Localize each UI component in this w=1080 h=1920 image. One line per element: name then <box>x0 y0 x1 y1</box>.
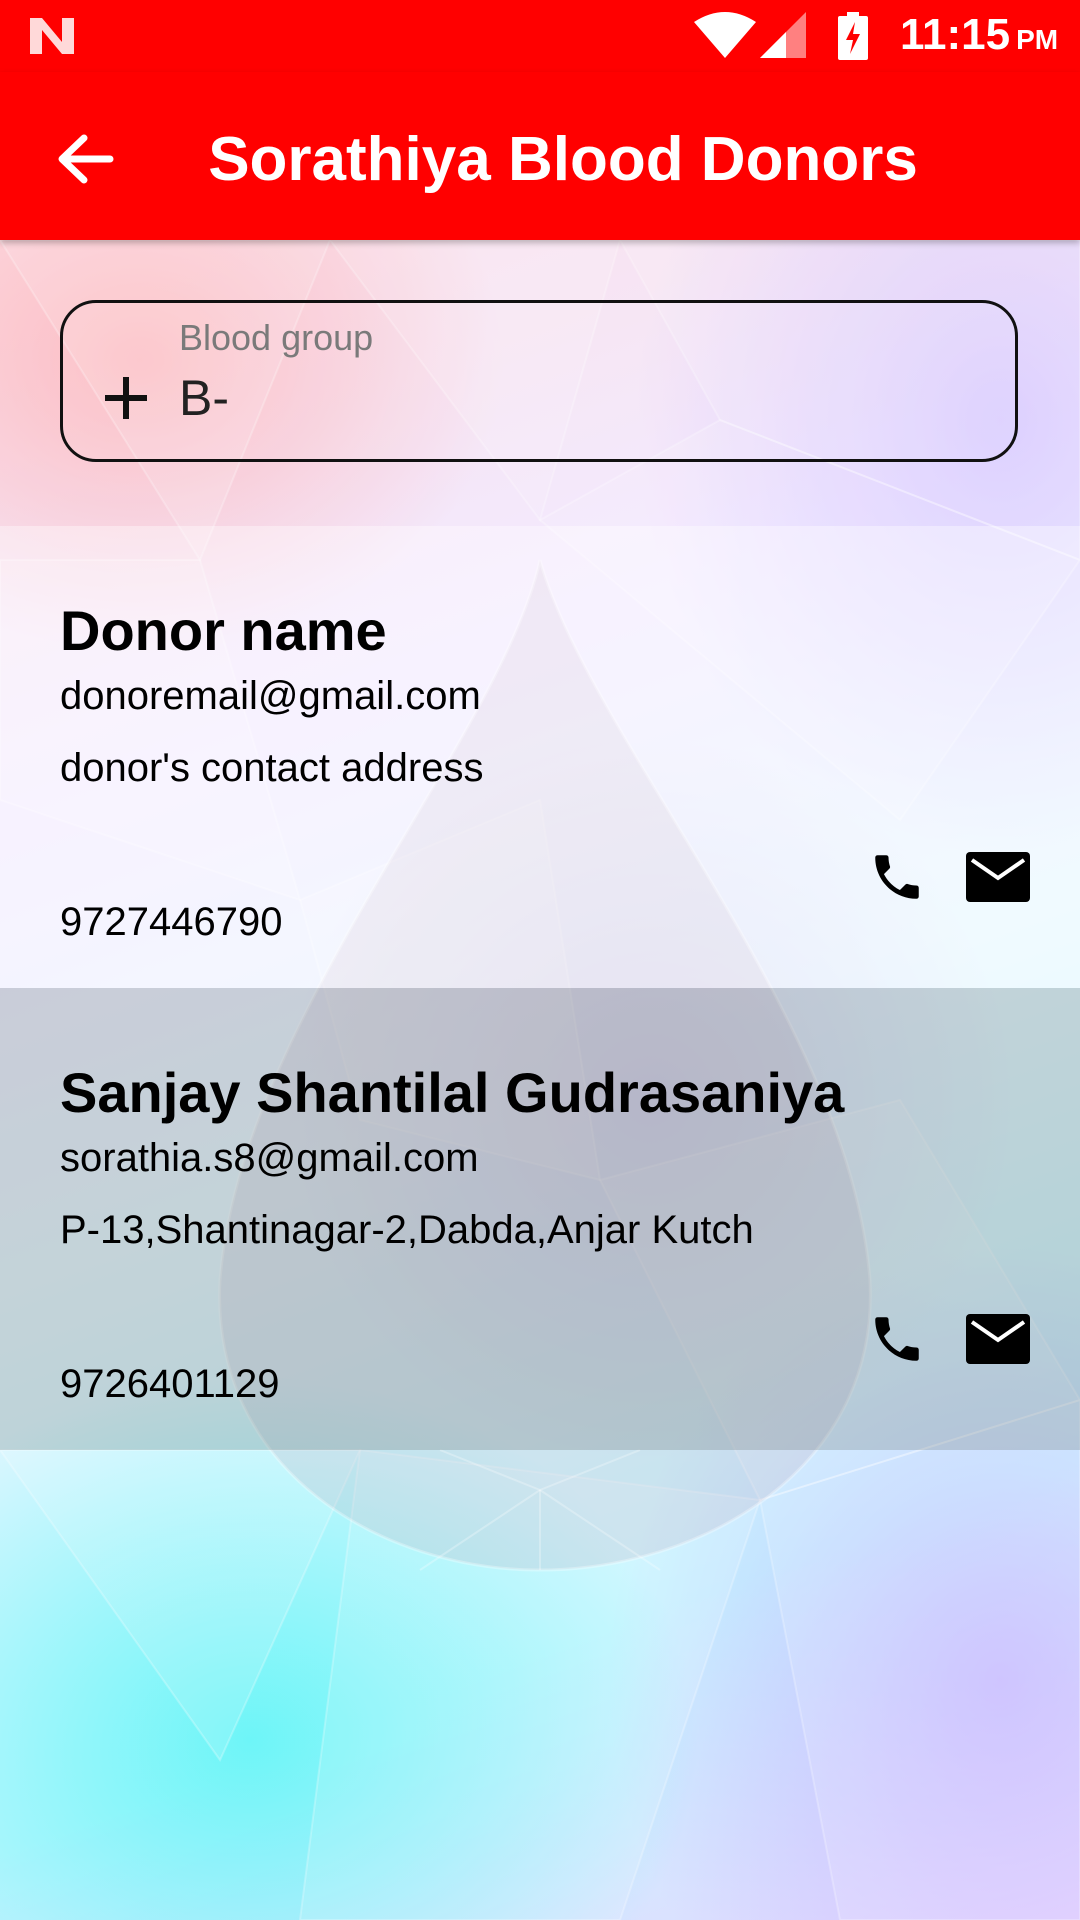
donor-name: Sanjay Shantilal Gudrasaniya <box>60 1061 845 1124</box>
donor-card[interactable]: Sanjay Shantilal Gudrasaniya sorathia.s8… <box>0 988 1080 1450</box>
blood-group-value: B- <box>179 370 229 426</box>
status-time-ampm: PM <box>1016 24 1059 55</box>
donor-address: donor's contact address <box>60 746 484 790</box>
battery-charging-icon <box>838 12 868 60</box>
status-bar: 11:15 PM <box>0 0 1080 72</box>
donor-card[interactable]: Donor name donoremail@gmail.com donor's … <box>0 526 1080 988</box>
cell-signal-icon <box>760 12 806 58</box>
donor-email: donoremail@gmail.com <box>60 674 481 718</box>
phone-icon[interactable] <box>868 1310 926 1368</box>
wifi-icon <box>694 12 756 58</box>
status-time-value: 11:15 <box>900 10 1011 59</box>
donor-email: sorathia.s8@gmail.com <box>60 1136 479 1180</box>
app-bar: Sorathiya Blood Donors <box>0 72 1080 240</box>
donor-phone: 9727446790 <box>60 900 283 944</box>
phone-icon[interactable] <box>868 848 926 906</box>
donor-address: P-13,Shantinagar-2,Dabda,Anjar Kutch <box>60 1208 754 1252</box>
notification-n-icon <box>30 18 74 54</box>
donor-phone: 9726401129 <box>60 1362 280 1406</box>
donor-name: Donor name <box>60 599 387 662</box>
blood-group-field[interactable]: Blood group B- <box>60 300 1018 462</box>
plus-icon <box>105 377 147 419</box>
email-icon[interactable] <box>966 1314 1030 1364</box>
page-title: Sorathiya Blood Donors <box>208 125 918 194</box>
filter-section: Blood group B- <box>0 240 1080 526</box>
status-time: 11:15 PM <box>900 10 1058 60</box>
email-icon[interactable] <box>966 852 1030 902</box>
blood-group-label: Blood group <box>179 317 374 358</box>
